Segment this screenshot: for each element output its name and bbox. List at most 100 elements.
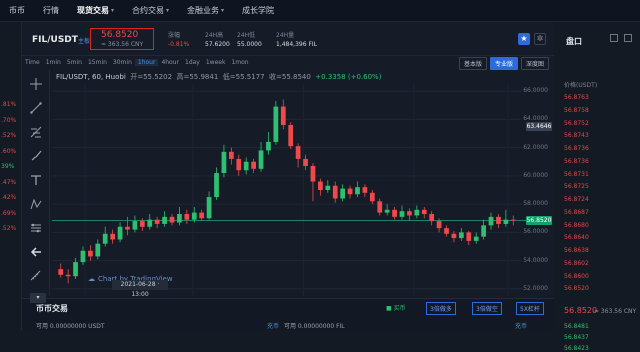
view-mode-button-2[interactable]: 深度图: [520, 57, 549, 70]
back-arrow-icon[interactable]: [28, 244, 44, 260]
timeframe-5[interactable]: 1hour: [134, 58, 159, 66]
candle-body: [169, 216, 175, 223]
nav-item-1[interactable]: 行情: [34, 5, 68, 16]
nav-item-0[interactable]: 币币: [0, 5, 34, 16]
deposit-link-right[interactable]: 充币: [515, 321, 527, 330]
bid-price[interactable]: 56.8423: [564, 345, 589, 352]
view-mode-buttons: 基本版 专业版 深度图: [458, 57, 549, 70]
timeframe-2[interactable]: 5min: [64, 59, 85, 66]
order-book-price-header: 价格(USDT): [564, 82, 598, 89]
collapse-chevron-icon[interactable]: ▾: [30, 293, 46, 303]
tab-3x-short[interactable]: 3倍做空: [472, 302, 502, 315]
symbol-pair[interactable]: FIL/USDT: [32, 35, 78, 45]
order-book-last-price: 56.8520: [564, 306, 598, 315]
fib-tool-icon[interactable]: [28, 124, 44, 140]
ask-price[interactable]: 56.8758: [564, 107, 589, 114]
crosshair-price-tag: 63.4646: [526, 122, 552, 132]
order-book-title: 盘口: [566, 37, 582, 46]
y-tick-label: 54.0000: [523, 256, 548, 264]
timeframe-3[interactable]: 15min: [85, 59, 110, 66]
view-mode-button-1[interactable]: 专业版: [489, 57, 518, 70]
brush-icon[interactable]: [28, 148, 44, 164]
favorite-star-icon[interactable]: ★: [518, 33, 530, 45]
tab-3x-long[interactable]: 3倍做多: [426, 302, 456, 315]
ask-price[interactable]: 56.8638: [564, 247, 589, 254]
timeframe-9[interactable]: 1mon: [228, 59, 251, 66]
candle-body: [340, 188, 346, 199]
candlestick-svg[interactable]: [50, 70, 554, 305]
nav-item-label: 现货交易: [77, 6, 109, 15]
candle-body: [199, 212, 205, 219]
timeframe-8[interactable]: 1week: [203, 59, 229, 66]
nav-item-3[interactable]: 合约交易 ▾: [123, 5, 178, 16]
ask-price[interactable]: 56.8520: [564, 285, 589, 292]
crosshair-icon[interactable]: [28, 76, 44, 92]
stat-volume-label: 24H量: [276, 32, 295, 39]
bid-price[interactable]: 56.8481: [564, 323, 589, 330]
layout-asks-icon[interactable]: [624, 34, 632, 42]
ask-price[interactable]: 56.8600: [564, 273, 589, 280]
nav-item-4[interactable]: 金融业务 ▾: [178, 5, 233, 16]
candle-body: [65, 274, 71, 277]
nav-item-label: 金融业务: [187, 6, 220, 15]
ask-price[interactable]: 56.8640: [564, 234, 589, 241]
candle-body: [451, 233, 457, 239]
deposit-link-left[interactable]: 充币: [267, 321, 279, 330]
ask-price[interactable]: 56.8687: [564, 209, 589, 216]
ruler-icon[interactable]: [28, 268, 44, 284]
buy-tab[interactable]: ■ 买币: [383, 302, 409, 313]
nav-item-label: 成长学院: [242, 6, 275, 15]
settings-gear-icon[interactable]: ✲: [534, 33, 546, 45]
ask-price[interactable]: 56.8763: [564, 94, 589, 101]
market-change-value: .52%: [1, 225, 17, 232]
timeframe-1[interactable]: 1min: [43, 59, 64, 66]
y-tick-label: 66.0000: [523, 87, 548, 95]
symbol-header: FIL/USDT 主板 56.8520 ≈ 363.56 CNY 涨幅 -0.8…: [22, 28, 554, 52]
stat-change-label: 涨幅: [168, 32, 181, 39]
timeframe-0[interactable]: Time: [22, 59, 43, 66]
candle-body: [214, 173, 219, 198]
pattern-tool-icon[interactable]: [28, 196, 44, 212]
candle-body: [147, 219, 153, 227]
candle-body: [362, 187, 368, 193]
candle-body: [258, 150, 264, 169]
candle-body: [125, 226, 130, 230]
nav-item-2[interactable]: 现货交易 ▾: [68, 5, 123, 16]
candle-body: [503, 219, 509, 224]
price-chart[interactable]: FIL/USDT, 60, Huobi 开=55.5202 高=55.9841 …: [50, 70, 554, 311]
candle-body: [273, 106, 279, 142]
timeframe-6[interactable]: 4hour: [158, 59, 182, 66]
ask-price[interactable]: 56.8743: [564, 132, 589, 139]
candle-body: [436, 221, 442, 229]
candle-body: [110, 233, 116, 240]
y-tick-label: 52.0000: [523, 284, 548, 292]
candle-body: [132, 221, 138, 230]
stat-high-label: 24H高: [205, 32, 224, 39]
layout-both-icon[interactable]: [610, 34, 618, 42]
nav-item-5[interactable]: 成长学院: [233, 5, 283, 16]
trendline-icon[interactable]: [28, 100, 44, 116]
tab-5x-margin[interactable]: 5X杠杆: [516, 302, 544, 315]
timeframe-7[interactable]: 1day: [182, 59, 203, 66]
ask-price[interactable]: 56.8731: [564, 171, 589, 178]
view-mode-button-0[interactable]: 基本版: [458, 57, 487, 70]
candle-body: [377, 201, 383, 213]
current-price-tag: 56.8520: [526, 215, 552, 225]
ask-price[interactable]: 56.8725: [564, 183, 589, 190]
ask-price[interactable]: 56.8736: [564, 145, 589, 152]
candle-body: [347, 188, 353, 195]
tradingview-logo-icon: ☁: [88, 275, 95, 283]
ask-price[interactable]: 56.8602: [564, 260, 589, 267]
measure-tool-icon[interactable]: [28, 220, 44, 236]
timeframe-4[interactable]: 30min: [110, 59, 135, 66]
ask-price[interactable]: 56.8680: [564, 222, 589, 229]
ask-price[interactable]: 56.8752: [564, 120, 589, 127]
candle-body: [221, 151, 227, 174]
market-change-value: .42%: [1, 194, 17, 201]
chart-legend: FIL/USDT, 60, Huobi 开=55.5202 高=55.9841 …: [56, 72, 381, 82]
ask-price[interactable]: 56.8736: [564, 158, 589, 165]
market-change-value: .52%: [1, 132, 17, 139]
ask-price[interactable]: 56.8724: [564, 196, 589, 203]
text-tool-icon[interactable]: [28, 172, 44, 188]
bid-price[interactable]: 56.8437: [564, 334, 589, 341]
